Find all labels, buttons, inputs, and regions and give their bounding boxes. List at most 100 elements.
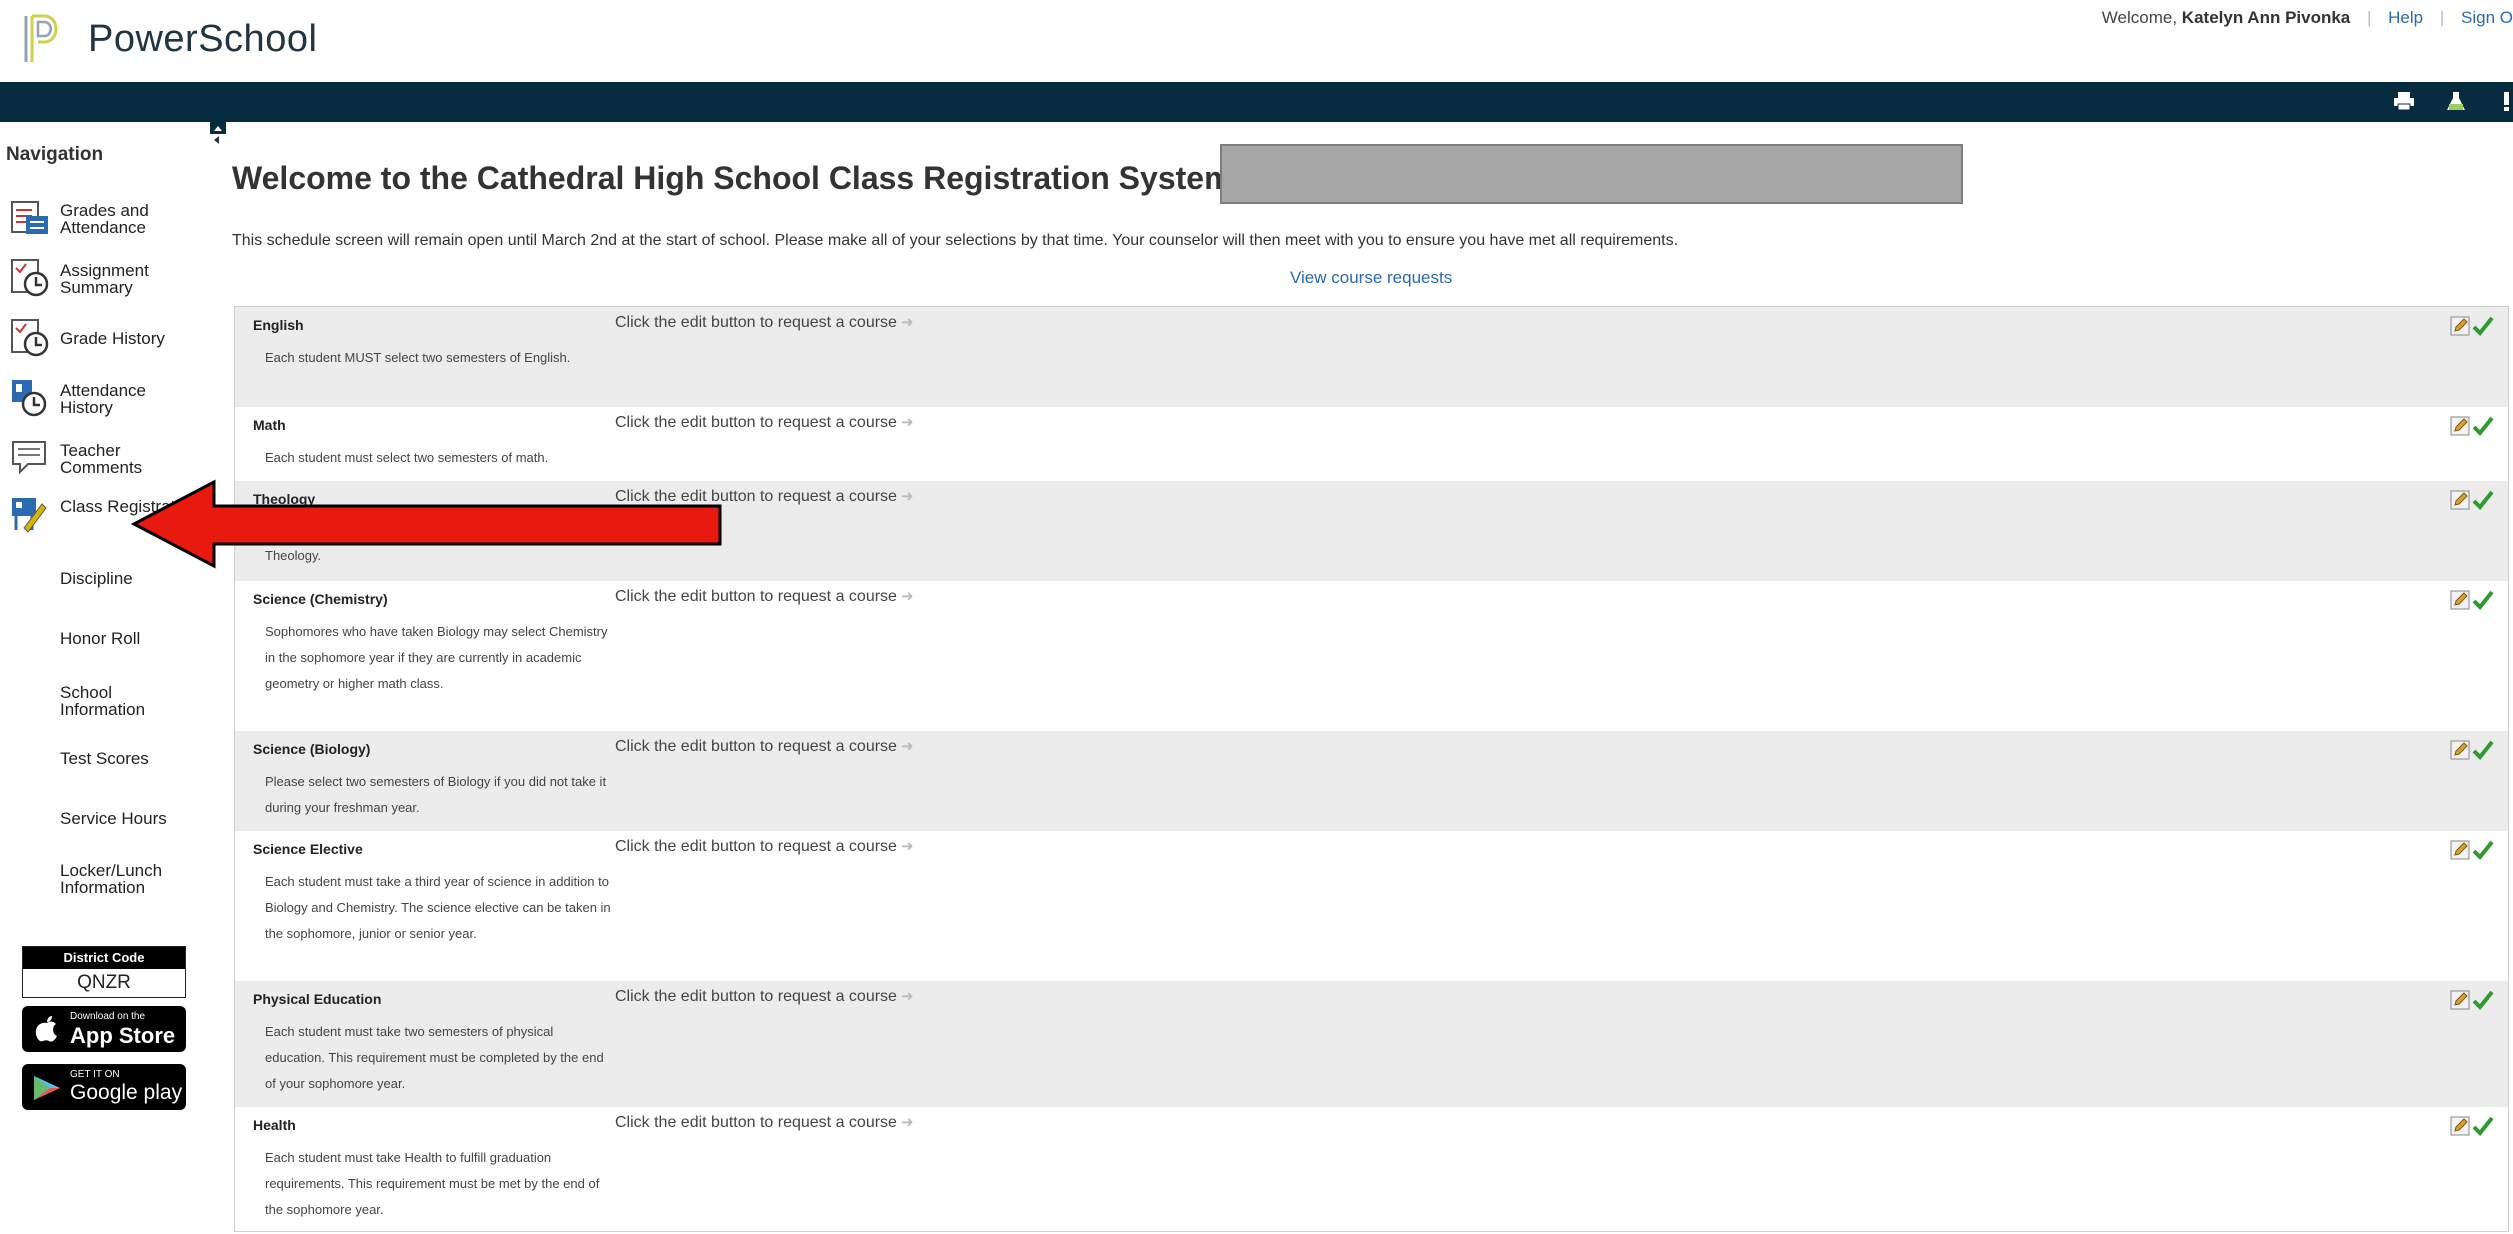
sidebar-item-label: Locker/Lunch Information: [60, 861, 163, 897]
request-row-math: Math Each student must select two semest…: [235, 407, 2508, 481]
sidebar-item-label: Teacher Comments: [60, 441, 143, 477]
request-title: Science (Biology): [253, 741, 371, 757]
arrow-right-icon: ➜: [900, 838, 914, 855]
sidebar-item-attendance-history[interactable]: Attendance History: [0, 372, 208, 424]
grade-history-icon: [11, 319, 49, 357]
grades-attendance-icon: [11, 201, 48, 234]
sidebar-item-label: School Information: [60, 683, 146, 719]
district-code-box: District Code QNZR: [22, 946, 186, 998]
request-row-science-biology: Science (Biology) Please select two seme…: [235, 731, 2508, 831]
request-prompt: Click the edit button to request a cours…: [615, 314, 914, 331]
sidebar-item-school-information[interactable]: School Information: [0, 672, 208, 724]
edit-icon[interactable]: [2450, 416, 2470, 436]
sidebar-item-test-scores[interactable]: Test Scores: [0, 732, 208, 784]
request-title: Physical Education: [253, 991, 382, 1007]
sidebar-item-assignment-summary[interactable]: Assignment Summary: [0, 252, 208, 304]
check-icon: [2472, 740, 2494, 760]
attendance-history-icon: [12, 380, 47, 417]
print-icon[interactable]: [2392, 90, 2416, 112]
collapse-nav-toggle[interactable]: [210, 122, 226, 158]
arrow-right-icon: ➜: [900, 488, 914, 505]
request-row-english: English Each student MUST select two sem…: [235, 307, 2508, 407]
sidebar-item-service-hours[interactable]: Service Hours: [0, 792, 208, 844]
sidebar-item-label: Test Scores: [60, 749, 149, 768]
help-link[interactable]: Help: [2388, 8, 2423, 27]
edit-icon[interactable]: [2450, 740, 2470, 760]
divider: |: [2367, 8, 2372, 27]
intro-text: This schedule screen will remain open un…: [232, 232, 1679, 249]
edit-icon[interactable]: [2450, 490, 2470, 510]
request-prompt: Click the edit button to request a cours…: [615, 838, 914, 855]
check-icon: [2472, 316, 2494, 336]
sidebar-item-label: Grade History: [60, 329, 165, 348]
sign-out-link[interactable]: Sign O: [2461, 8, 2513, 27]
check-icon: [2472, 1116, 2494, 1136]
arrow-right-icon: ➜: [900, 414, 914, 431]
apple-icon: [35, 1016, 57, 1042]
sidebar-item-honor-roll[interactable]: Honor Roll: [0, 612, 208, 664]
user-links: Welcome, Katelyn Ann Pivonka | Help | Si…: [2102, 8, 2513, 28]
edit-icon[interactable]: [2450, 840, 2470, 860]
sidebar-item-locker-lunch[interactable]: Locker/Lunch Information: [0, 852, 208, 904]
arrow-right-icon: ➜: [900, 1114, 914, 1131]
powerschool-logo-icon: [24, 14, 58, 62]
edit-icon[interactable]: [2450, 316, 2470, 336]
request-prompt: Click the edit button to request a cours…: [615, 988, 914, 1005]
check-icon: [2472, 840, 2494, 860]
welcome-text: Welcome,: [2101, 8, 2178, 27]
request-prompt: Click the edit button to request a cours…: [615, 414, 914, 431]
request-title: English: [253, 317, 304, 333]
annotation-arrow-icon: [130, 479, 722, 569]
course-requests-table: English Each student MUST select two sem…: [234, 306, 2509, 1232]
main-content: Welcome to the Cathedral High School Cla…: [230, 122, 2513, 1234]
sidebar-item-teacher-comments[interactable]: Teacher Comments: [0, 432, 208, 484]
sidebar-navigation: Navigation Grades and Attendance Assignm…: [0, 122, 208, 1234]
request-row-health: Health Each student must take Health to …: [235, 1107, 2508, 1231]
request-title: Health: [253, 1117, 296, 1133]
sidebar-item-label: Honor Roll: [60, 629, 141, 648]
request-description: Each student must take a third year of s…: [265, 874, 611, 941]
edit-icon[interactable]: [2450, 1116, 2470, 1136]
request-row-physical-education: Physical Education Each student must tak…: [235, 981, 2508, 1107]
user-name: Katelyn Ann Pivonka: [2181, 8, 2351, 27]
app-store-badge[interactable]: Download on the App Store: [22, 1006, 186, 1052]
check-icon: [2472, 590, 2494, 610]
top-toolbar: [0, 82, 2513, 122]
divider: |: [2439, 8, 2445, 27]
arrow-right-icon: ➜: [900, 988, 914, 1005]
sidebar-item-label: Discipline: [60, 569, 133, 588]
request-title: Science (Chemistry): [253, 591, 388, 607]
nav-title: Navigation: [6, 144, 104, 165]
assignment-summary-icon: [11, 259, 49, 297]
teacher-comments-icon: [12, 441, 46, 475]
class-registration-icon: [12, 498, 47, 533]
request-description: Sophomores who have taken Biology may se…: [265, 624, 608, 691]
alert-icon[interactable]: [2500, 90, 2513, 112]
request-row-science-elective: Science Elective Each student must take …: [235, 831, 2508, 981]
page-title: Welcome to the Cathedral High School Cla…: [232, 160, 1272, 196]
flask-icon[interactable]: [2444, 90, 2468, 112]
request-row-science-chemistry: Science (Chemistry) Sophomores who have …: [235, 581, 2508, 731]
check-icon: [2472, 990, 2494, 1010]
redacted-block: [1220, 144, 1963, 204]
sidebar-item-grades-attendance[interactable]: Grades and Attendance: [0, 192, 208, 244]
edit-icon[interactable]: [2450, 990, 2470, 1010]
request-description: Each student must take two semesters of …: [265, 1024, 604, 1091]
request-description: Each student MUST select two semesters o…: [265, 350, 571, 365]
sidebar-item-label: Attendance History: [60, 381, 147, 417]
app-store-small-text: Download on the: [70, 1011, 146, 1022]
google-play-icon: [34, 1076, 60, 1100]
view-course-requests-link[interactable]: View course requests: [1290, 268, 1452, 288]
sidebar-item-label: Service Hours: [60, 809, 167, 828]
request-description: Each student must select two semesters o…: [265, 450, 549, 465]
request-prompt: Click the edit button to request a cours…: [615, 588, 914, 605]
sidebar-item-grade-history[interactable]: Grade History: [0, 312, 208, 364]
powerschool-page: PowerSchool Welcome, Katelyn Ann Pivonka…: [0, 0, 2513, 1234]
powerschool-logo[interactable]: PowerSchool: [20, 12, 317, 66]
edit-icon[interactable]: [2450, 590, 2470, 610]
google-play-badge[interactable]: GET IT ON Google play: [22, 1064, 186, 1110]
request-prompt: Click the edit button to request a cours…: [615, 1114, 914, 1131]
check-icon: [2472, 490, 2494, 510]
arrow-right-icon: ➜: [900, 314, 914, 331]
app-store-big-text: App Store: [70, 1023, 176, 1048]
